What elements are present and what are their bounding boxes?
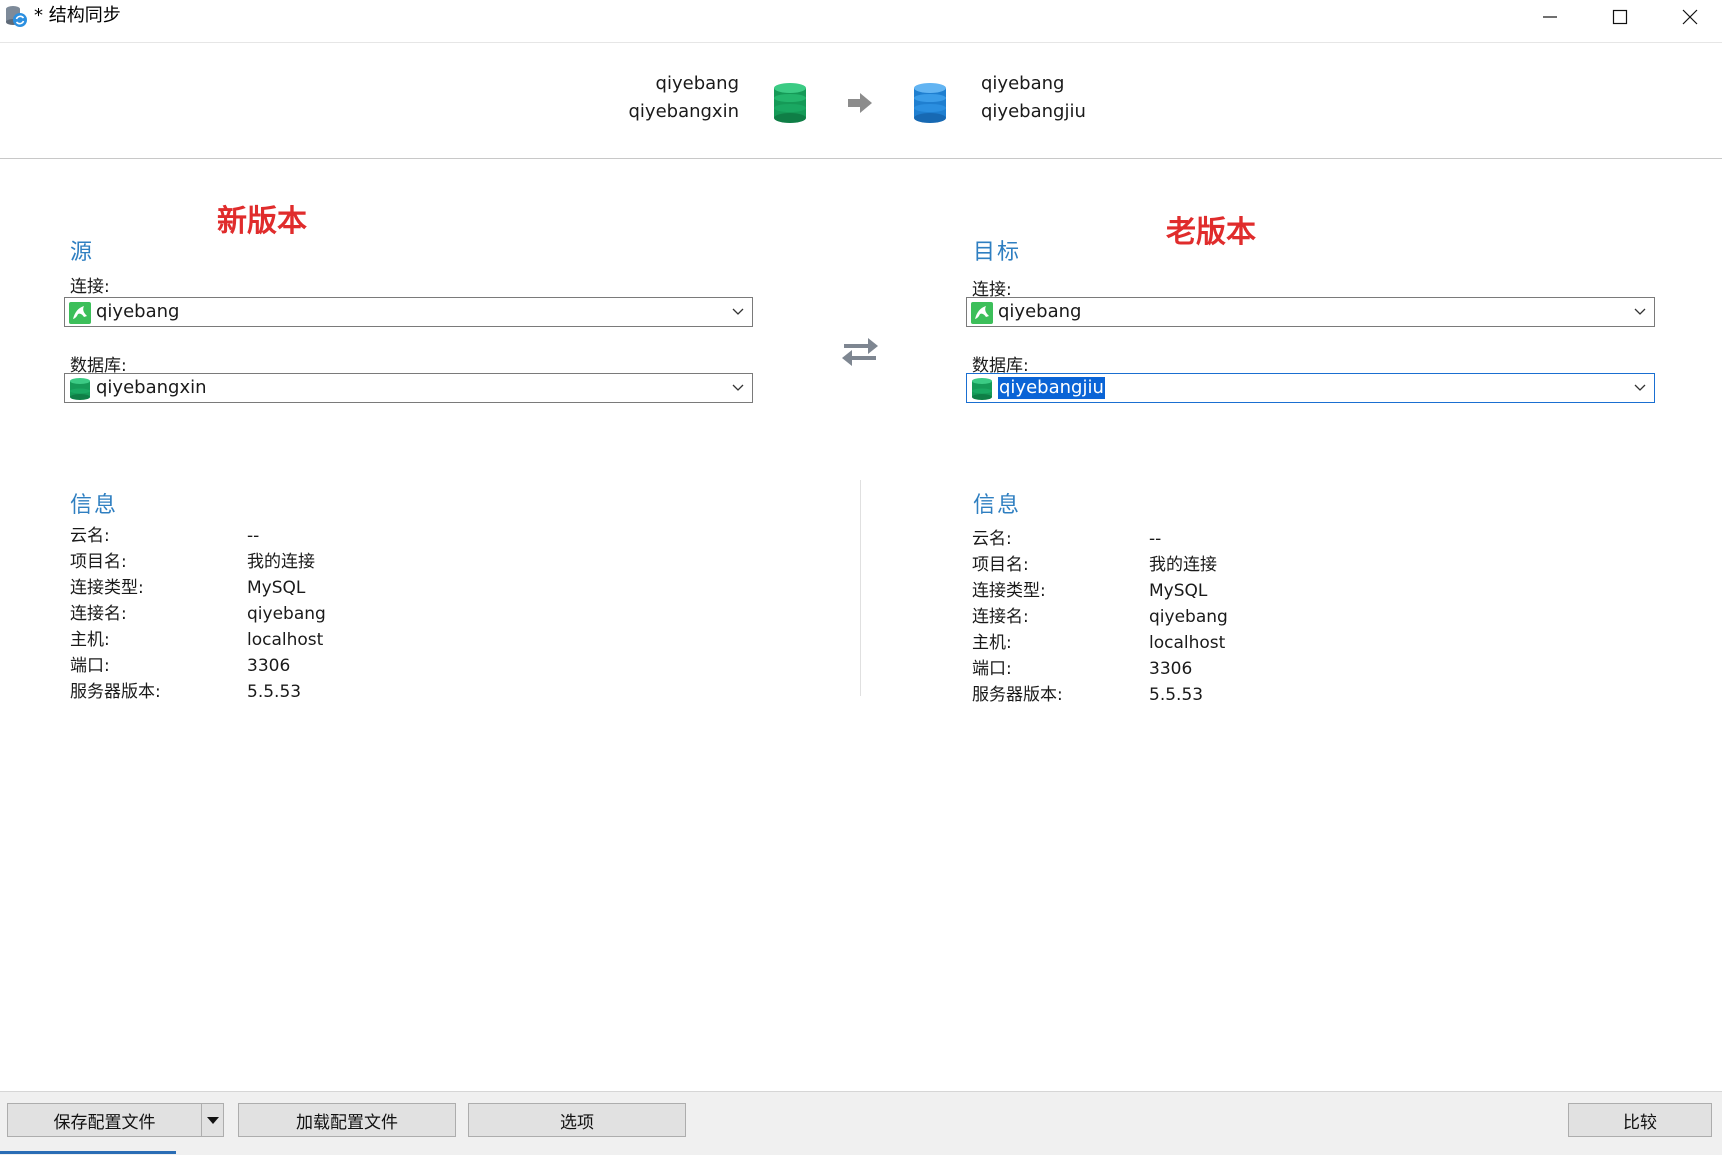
info-row: 云名: --: [972, 529, 1162, 549]
options-button[interactable]: 选项: [468, 1103, 686, 1137]
target-connection-value: qiyebang: [998, 301, 1082, 322]
triangle-down-icon: [206, 1117, 219, 1124]
info-row: 服务器版本: 5.5.53: [70, 682, 302, 702]
close-icon: [1682, 9, 1698, 25]
target-database-value: qiyebangjiu: [998, 377, 1105, 399]
info-row: 连接名: qiyebang: [972, 607, 1228, 627]
minimize-icon: [1543, 16, 1557, 18]
target-connection-select[interactable]: qiyebang: [966, 297, 1655, 327]
source-connection-label: 连接:: [70, 277, 110, 297]
info-row: 连接名: qiyebang: [70, 604, 326, 624]
database-icon: [972, 378, 992, 400]
source-annotation: 新版本: [217, 204, 307, 239]
chevron-down-icon: [732, 308, 744, 315]
target-info-list: 云名: -- 项目名: 我的连接 连接类型: MySQL 连接名: qiyebang 主…: [972, 526, 1228, 708]
target-database-select[interactable]: qiyebangjiu: [966, 373, 1655, 403]
info-row: 服务器版本: 5.5.53: [972, 685, 1204, 705]
swap-arrows-icon: [842, 338, 878, 366]
info-row: 连接类型: MySQL: [972, 581, 1208, 601]
save-profile-dropdown-button[interactable]: [201, 1103, 224, 1137]
compare-button[interactable]: 比较: [1568, 1103, 1712, 1137]
panel-divider: [860, 480, 861, 696]
close-button[interactable]: [1658, 0, 1722, 34]
target-info-title: 信息: [973, 493, 1022, 518]
maximize-button[interactable]: [1588, 0, 1652, 34]
structure-sync-app-icon: [6, 6, 27, 27]
chevron-down-icon: [1634, 384, 1646, 391]
source-title: 源: [70, 240, 95, 265]
header-source-connection: qiyebang: [655, 73, 739, 94]
maximize-icon: [1612, 9, 1628, 25]
target-title: 目标: [973, 240, 1022, 265]
info-row: 项目名: 我的连接: [972, 555, 1217, 575]
target-database-icon: [914, 83, 946, 123]
load-profile-button[interactable]: 加载配置文件: [238, 1103, 456, 1137]
source-connection-select[interactable]: qiyebang: [64, 297, 753, 327]
chevron-down-icon: [732, 384, 744, 391]
info-row: 云名: --: [70, 526, 260, 546]
source-database-value: qiyebangxin: [96, 377, 207, 398]
mysql-connection-icon: [69, 302, 91, 324]
target-annotation: 老版本: [1166, 215, 1256, 250]
swap-button[interactable]: [840, 330, 880, 370]
header-target-database: qiyebangjiu: [981, 101, 1086, 122]
info-row: 主机: localhost: [972, 633, 1226, 653]
window-title: * 结构同步: [34, 5, 121, 26]
header-source-database: qiyebangxin: [628, 101, 739, 122]
source-info-title: 信息: [70, 493, 119, 518]
title-bar: * 结构同步: [0, 0, 1722, 43]
info-row: 项目名: 我的连接: [70, 552, 315, 572]
mysql-connection-icon: [971, 302, 993, 324]
database-icon: [70, 378, 90, 400]
info-row: 端口: 3306: [70, 656, 291, 676]
minimize-button[interactable]: [1518, 0, 1582, 34]
info-row: 端口: 3306: [972, 659, 1193, 679]
sync-summary-header: qiyebang qiyebangxin qiyebang qiyebangji…: [0, 42, 1722, 159]
save-profile-button[interactable]: 保存配置文件: [7, 1103, 202, 1137]
chevron-down-icon: [1634, 308, 1646, 315]
source-database-icon: [774, 83, 806, 123]
info-row: 主机: localhost: [70, 630, 324, 650]
source-info-list: 云名: -- 项目名: 我的连接 连接类型: MySQL 连接名: qiyebang 主…: [70, 523, 326, 705]
source-connection-value: qiyebang: [96, 301, 180, 322]
info-row: 连接类型: MySQL: [70, 578, 306, 598]
source-database-select[interactable]: qiyebangxin: [64, 373, 753, 403]
header-target-connection: qiyebang: [981, 73, 1065, 94]
arrow-right-icon: [848, 93, 872, 113]
